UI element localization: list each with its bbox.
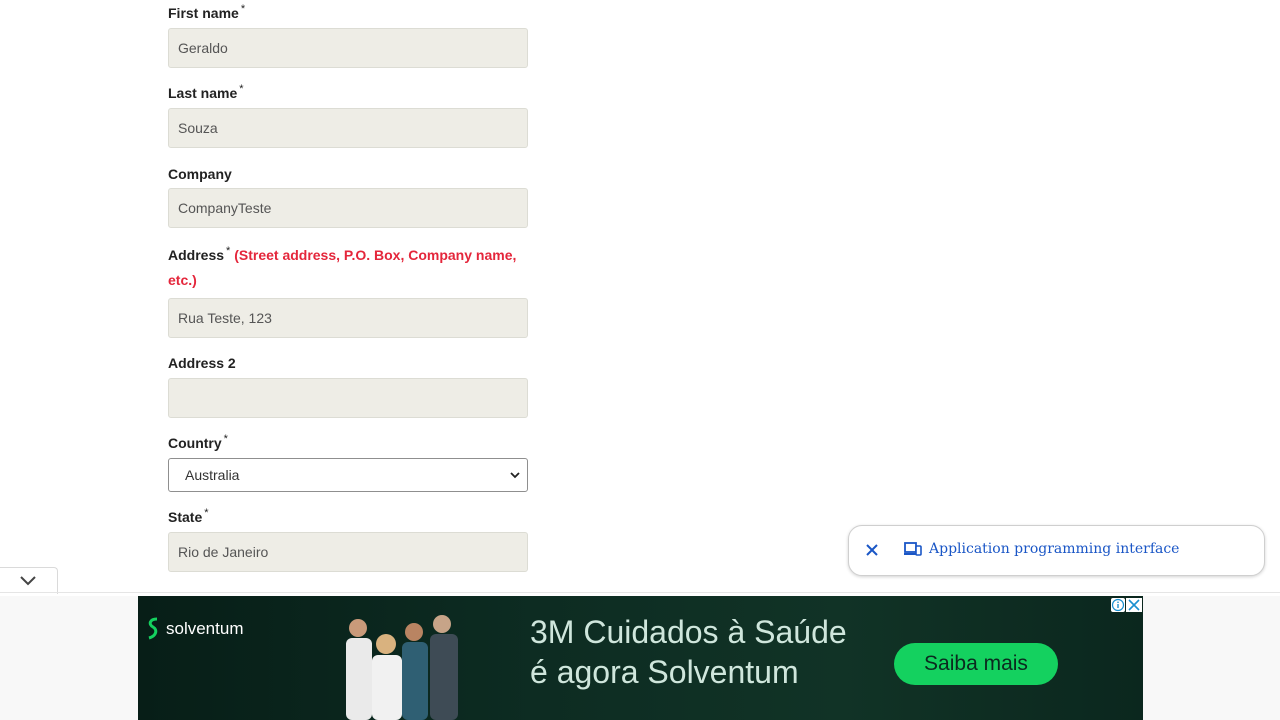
required-marker: * [223, 433, 228, 446]
devices-icon [904, 542, 922, 556]
country-label: Country * [168, 433, 228, 451]
solventum-logo-icon [148, 617, 158, 640]
required-marker: * [239, 83, 244, 96]
first-name-input[interactable]: Geraldo [168, 28, 528, 68]
country-selected-value: Australia [185, 467, 240, 483]
state-label: State * [168, 507, 209, 525]
last-name-label: Last name * [168, 83, 244, 101]
address-label: Address * (Street address, P.O. Box, Comp… [168, 245, 517, 263]
first-name-label: First name * [168, 3, 246, 21]
solventum-logo: solventum [144, 616, 243, 642]
ad-divider [0, 592, 1280, 593]
suggestion-popup: Application programming interface [848, 525, 1265, 576]
ad-banner[interactable]: solventum 3M Cuidados à Saúde é agora So… [138, 596, 1143, 720]
address2-label: Address 2 [168, 355, 236, 371]
state-input[interactable]: Rio de Janeiro [168, 532, 528, 572]
ad-close-icon[interactable] [1126, 598, 1142, 612]
country-select[interactable]: Australia [168, 458, 528, 492]
page: First name * Geraldo Last name * Souza Com… [0, 0, 1280, 720]
last-name-input[interactable]: Souza [168, 108, 528, 148]
address-hint: (Street address, P.O. Box, Company name, [234, 247, 517, 263]
required-marker: * [226, 245, 231, 258]
ad-info-icon[interactable] [1111, 598, 1125, 612]
ad-cta-button[interactable]: Saiba mais [894, 643, 1058, 685]
address-hint-continued: etc.) [168, 272, 197, 288]
collapse-ad-button[interactable] [0, 567, 58, 594]
ad-people-image [346, 615, 458, 720]
close-icon[interactable] [865, 543, 879, 557]
required-marker: * [240, 3, 246, 16]
chevron-down-icon [20, 576, 36, 586]
company-label: Company [168, 166, 232, 182]
address2-input[interactable] [168, 378, 528, 418]
chevron-down-icon [510, 472, 520, 479]
required-marker: * [204, 507, 209, 520]
suggestion-link[interactable]: Application programming interface [929, 541, 1179, 557]
ad-headline: 3M Cuidados à Saúde é agora Solventum [530, 614, 847, 690]
address-input[interactable]: Rua Teste, 123 [168, 298, 528, 338]
company-input[interactable]: CompanyTeste [168, 188, 528, 228]
